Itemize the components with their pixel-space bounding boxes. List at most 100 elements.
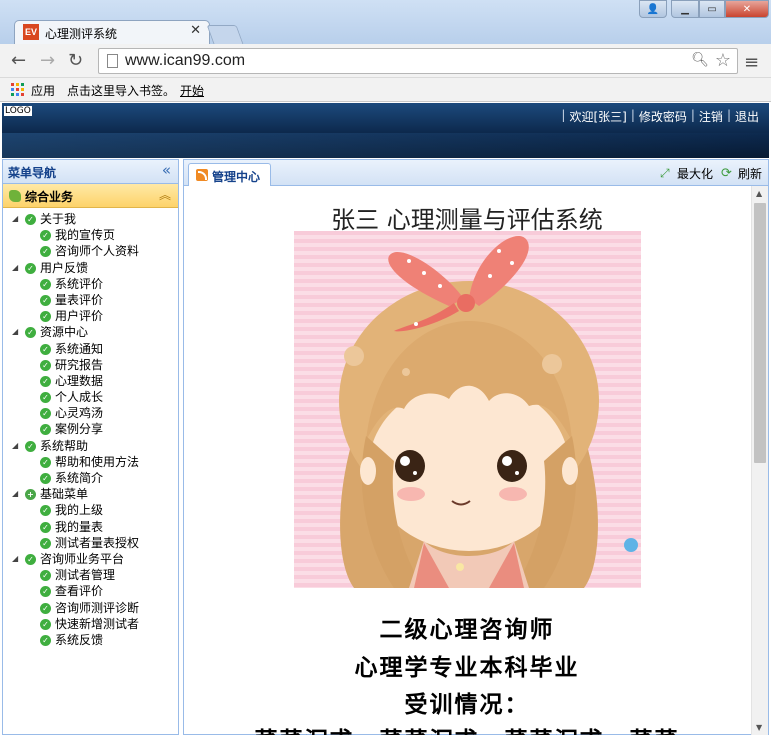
tree-node-label: 系统帮助	[40, 438, 89, 453]
address-bar[interactable]: www.ican99.com 🔍︎ ☆	[98, 48, 738, 74]
browser-tab[interactable]: EV 心理测评系统 ✕	[14, 20, 210, 44]
puzzle-icon	[9, 190, 21, 202]
tree-node-child[interactable]: ✓ 个人成长	[3, 389, 178, 405]
tree-node-label: 咨询师个人资料	[55, 244, 140, 259]
expand-toggle-icon[interactable]: ◢	[12, 324, 18, 340]
forward-arrow-icon[interactable]: →	[40, 51, 55, 71]
header-links: | 欢迎[张三] | 修改密码 | 注销 | 退出	[561, 108, 763, 125]
tree-node-child[interactable]: ✓ 量表评价	[3, 292, 178, 308]
check-circle-icon: ✓	[40, 343, 51, 355]
scroll-down-icon[interactable]: ▼	[756, 723, 762, 732]
tab-management-center[interactable]: 管理中心	[188, 163, 271, 186]
sidebar-header: 菜单导航 «	[3, 160, 178, 184]
check-circle-icon: ✓	[40, 359, 51, 371]
tree-node-child[interactable]: ✓ 帮助和使用方法	[3, 454, 178, 470]
tree-node-child[interactable]: ✓ 测试者管理	[3, 567, 178, 583]
close-window-icon[interactable]: ✕	[725, 0, 769, 18]
expand-toggle-icon[interactable]: ◢	[12, 211, 18, 227]
tree-node-child[interactable]: ✓ 案例分享	[3, 421, 178, 437]
check-circle-icon: ✓	[40, 586, 51, 598]
tree-node-label: 系统反馈	[55, 632, 104, 647]
new-tab-button[interactable]	[206, 25, 244, 44]
expand-toggle-icon[interactable]: ◢	[12, 486, 18, 502]
tree-node-child[interactable]: ✓ 我的上级	[3, 502, 178, 518]
check-circle-icon: ✓	[40, 473, 51, 484]
tree-node-child[interactable]: ✓ 心理数据	[3, 373, 178, 389]
bookmarks-bar: 应用 点击这里导入书签。 开始	[0, 78, 771, 102]
user-profile-icon[interactable]: 👤	[639, 0, 667, 18]
accordion-group-header[interactable]: 综合业务 ︽	[3, 184, 178, 208]
tree-node-child[interactable]: ✓ 我的宣传页	[3, 227, 178, 243]
tree-node-label: 研究报告	[55, 357, 104, 372]
tree-node-parent[interactable]: ◢ ✓ 关于我	[3, 211, 178, 227]
tree-node-child[interactable]: ✓ 系统评价	[3, 276, 178, 292]
tree-node-label: 心灵鸡汤	[55, 406, 104, 421]
tree-node-parent[interactable]: ◢ ✓ 资源中心	[3, 324, 178, 340]
check-circle-icon: ✓	[25, 553, 36, 565]
main-panel: 管理中心 ⤢ 最大化 ⟳ 刷新 张三 心理测量与评估系统 二级心理咨询师 心理学…	[183, 159, 769, 735]
browser-menu-icon[interactable]: ≡	[744, 52, 759, 73]
zoom-icon[interactable]: 🔍︎	[691, 52, 709, 68]
tree-node-child[interactable]: ✓ 我的量表	[3, 519, 178, 535]
check-circle-icon: ✓	[40, 375, 51, 387]
apps-grid-icon[interactable]	[11, 83, 24, 96]
tree-node-child[interactable]: ✓ 心灵鸡汤	[3, 405, 178, 421]
tree-node-label: 案例分享	[55, 422, 104, 437]
window-controls: 👤 ▁ ▭ ✕	[639, 0, 769, 18]
tree-node-child[interactable]: ✓ 系统简介	[3, 470, 178, 486]
maximize-button[interactable]: ⤢ 最大化	[660, 165, 713, 182]
change-password-link[interactable]: 修改密码	[635, 108, 691, 125]
tree-node-parent[interactable]: ◢ + 基础菜单	[3, 486, 178, 502]
back-arrow-icon[interactable]: ←	[11, 51, 26, 71]
url-text[interactable]: www.ican99.com	[125, 52, 245, 70]
refresh-button[interactable]: ⟳ 刷新	[721, 165, 762, 182]
tree-node-child[interactable]: ✓ 用户评价	[3, 308, 178, 324]
sidebar: 菜单导航 « 综合业务 ︽ ◢ ✓ 关于我 ✓ 我的宣传页 ✓ 咨询师个人资料 ◢ ✓ 用户反馈 ✓…	[2, 159, 179, 735]
check-circle-icon: ✓	[40, 505, 51, 517]
tree-node-child[interactable]: ✓ 系统反馈	[3, 632, 178, 648]
expand-toggle-icon[interactable]: ◢	[12, 260, 18, 276]
tree-node-label: 我的量表	[55, 519, 104, 534]
collapse-group-icon[interactable]: ︽	[159, 186, 171, 203]
welcome-user[interactable]: 欢迎[张三]	[565, 108, 630, 125]
tree-node-label: 个人成长	[55, 390, 104, 405]
tree-node-parent[interactable]: ◢ ✓ 用户反馈	[3, 260, 178, 276]
check-circle-icon: ✓	[40, 230, 51, 242]
bookmark-start[interactable]: 开始	[180, 82, 204, 99]
tab-close-icon[interactable]: ✕	[190, 23, 201, 38]
tree-node-child[interactable]: ✓ 快速新增测试者	[3, 616, 178, 632]
scroll-up-icon[interactable]: ▲	[756, 189, 762, 198]
reload-icon[interactable]: ↻	[68, 51, 83, 71]
app-header: LOGO | 欢迎[张三] | 修改密码 | 注销 | 退出	[2, 103, 769, 158]
browser-toolbar: ← → ↻ www.ican99.com 🔍︎ ☆ ≡	[0, 44, 771, 78]
maximize-window-icon[interactable]: ▭	[699, 0, 725, 18]
tree-node-label: 用户反馈	[40, 260, 89, 275]
logout-link[interactable]: 注销	[695, 108, 727, 125]
bookmark-star-icon[interactable]: ☆	[715, 50, 731, 71]
bookmark-import[interactable]: 点击这里导入书签。	[67, 82, 175, 99]
tree-node-child[interactable]: ✓ 研究报告	[3, 357, 178, 373]
tree-node-child[interactable]: ✓ 咨询师个人资料	[3, 243, 178, 259]
plus-circle-icon: +	[25, 489, 36, 501]
check-circle-icon: ✓	[40, 521, 51, 533]
tree-node-child[interactable]: ✓ 系统通知	[3, 341, 178, 357]
tree-node-child[interactable]: ✓ 查看评价	[3, 583, 178, 599]
minimize-icon[interactable]: ▁	[671, 0, 699, 18]
check-circle-icon: ✓	[40, 602, 51, 614]
tree-node-child[interactable]: ✓ 咨询师测评诊断	[3, 600, 178, 616]
tree-node-parent[interactable]: ◢ ✓ 系统帮助	[3, 438, 178, 454]
scroll-thumb[interactable]	[754, 203, 766, 463]
tree-node-child[interactable]: ✓ 测试者量表授权	[3, 535, 178, 551]
check-circle-icon: ✓	[40, 537, 51, 549]
expand-toggle-icon[interactable]: ◢	[12, 551, 18, 567]
expand-arrows-icon: ⤢	[659, 166, 670, 180]
expand-toggle-icon[interactable]: ◢	[12, 438, 18, 454]
collapse-sidebar-icon[interactable]: «	[162, 161, 171, 179]
tree-node-label: 咨询师测评诊断	[55, 600, 140, 615]
bookmark-apps[interactable]: 应用	[31, 82, 55, 99]
content-scrollbar[interactable]: ▲ ▼	[751, 186, 768, 735]
tree-node-parent[interactable]: ◢ ✓ 咨询师业务平台	[3, 551, 178, 567]
exit-link[interactable]: 退出	[731, 108, 763, 125]
menu-tree: ◢ ✓ 关于我 ✓ 我的宣传页 ✓ 咨询师个人资料 ◢ ✓ 用户反馈 ✓ 系统评价 ✓ 量表评价 ✓ 用户评价…	[3, 208, 178, 648]
tree-node-label: 资源中心	[40, 325, 89, 340]
